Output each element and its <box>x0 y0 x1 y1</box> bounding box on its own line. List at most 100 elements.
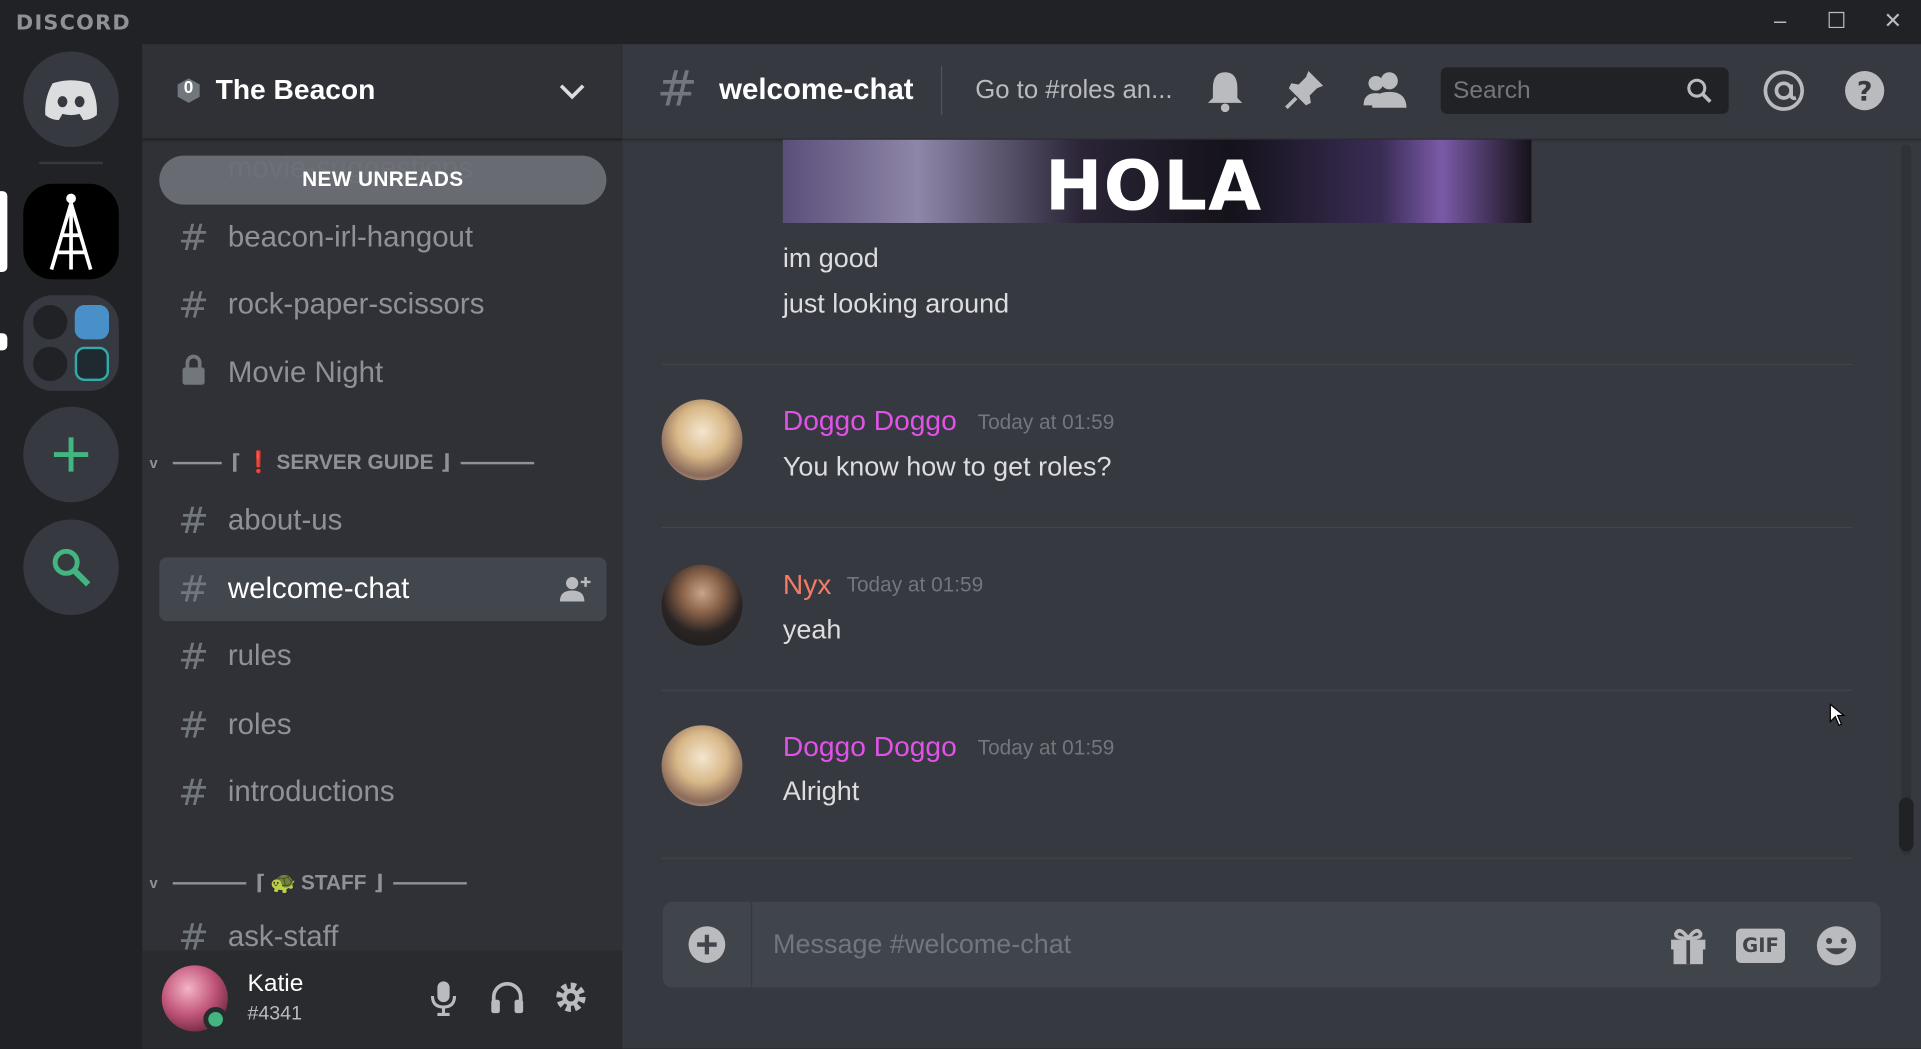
beacon-tower-icon <box>49 193 93 271</box>
channel-title: welcome-chat <box>719 73 914 107</box>
plus-icon <box>53 437 89 472</box>
bracket-close: ⌋ <box>440 450 451 475</box>
folder-server-icon <box>74 305 110 340</box>
close-button[interactable]: ✕ <box>1865 0 1921 44</box>
server-rail <box>0 44 143 1049</box>
online-status-icon <box>203 1007 228 1032</box>
members-icon[interactable] <box>1362 69 1409 113</box>
microphone-icon[interactable] <box>429 980 458 1017</box>
add-server-button[interactable] <box>23 406 119 503</box>
maximize-button[interactable]: ☐ <box>1808 0 1864 44</box>
gif-text: HOLA <box>1045 147 1263 223</box>
category-line <box>172 461 222 465</box>
channel-name: about-us <box>227 503 343 537</box>
channel-name: rules <box>227 639 292 673</box>
explore-servers-button[interactable] <box>23 519 119 616</box>
bell-icon[interactable] <box>1206 69 1245 113</box>
server-name: The Beacon <box>215 73 376 106</box>
user-panel: Katie #4341 <box>142 950 623 1049</box>
channel-welcome-chat[interactable]: # welcome-chat <box>159 557 607 622</box>
hash-icon: # <box>178 567 209 611</box>
message-divider <box>661 857 1853 859</box>
message-text: yeah <box>782 613 842 645</box>
pin-icon[interactable] <box>1284 69 1326 113</box>
channel-topic[interactable]: Go to #roles an... <box>975 76 1172 105</box>
gif-button[interactable]: GIF <box>1736 928 1786 963</box>
discord-wordmark: DISCORD <box>15 11 131 36</box>
channel-name: rock-paper-scissors <box>227 287 485 321</box>
svg-text:?: ? <box>1857 76 1873 107</box>
hash-icon: # <box>178 703 209 747</box>
username: Katie <box>247 970 304 998</box>
gift-icon[interactable] <box>1667 924 1709 966</box>
exclamation-emoji-icon: ❗ <box>245 450 272 475</box>
bracket-open: ⌈ <box>231 450 241 475</box>
search-icon <box>52 548 91 587</box>
emoji-icon[interactable] <box>1814 924 1858 968</box>
headphones-icon[interactable] <box>490 980 524 1014</box>
avatar[interactable] <box>661 399 743 481</box>
minimize-button[interactable]: – <box>1752 0 1808 44</box>
scrollbar-thumb[interactable] <box>1898 797 1914 852</box>
message-divider <box>661 363 1853 366</box>
discord-app: DISCORD – ☐ ✕ 0 The Beacon NEW UNREADS #… <box>0 0 1921 1049</box>
message-timestamp: Today at 01:59 <box>977 410 1115 434</box>
hash-icon: # <box>178 771 209 815</box>
avatar[interactable] <box>661 725 743 807</box>
search-placeholder: Search <box>1453 77 1531 105</box>
channel-roles[interactable]: # roles <box>159 693 606 757</box>
category-server-guide[interactable]: v ⌈ ❗ SERVER GUIDE ⌋ <box>149 448 543 477</box>
channel-about-us[interactable]: # about-us <box>159 489 606 553</box>
message-text: You know how to get roles? <box>782 450 1112 482</box>
message-text: just looking around <box>782 287 1010 319</box>
channel-name: roles <box>227 708 292 742</box>
user-tag: #4341 <box>247 1003 302 1025</box>
chat-area: # welcome-chat Go to #roles an... Search <box>622 44 1921 1049</box>
channel-rock-paper-scissors[interactable]: # rock-paper-scissors <box>159 273 606 337</box>
boost-count: 0 <box>183 77 194 97</box>
message-input[interactable]: Message #welcome-chat <box>773 929 1071 961</box>
upload-plus-icon[interactable] <box>687 925 726 964</box>
new-unreads-bar[interactable]: NEW UNREADS <box>159 155 607 205</box>
hash-icon: # <box>178 635 209 679</box>
category-label: SERVER GUIDE <box>276 450 434 475</box>
gif-attachment[interactable]: HOLA <box>782 139 1532 223</box>
channel-name: Movie Night <box>227 356 384 390</box>
avatar[interactable] <box>661 564 743 646</box>
message-author[interactable]: Doggo Doggo <box>783 404 957 437</box>
server-header[interactable]: 0 The Beacon <box>142 44 623 140</box>
discord-logo-icon <box>45 80 97 121</box>
channel-name: ask-staff <box>227 920 339 954</box>
active-server-pill <box>0 191 8 272</box>
bracket-open: ⌈ <box>255 871 266 895</box>
server-folder[interactable] <box>23 295 119 391</box>
channel-movie-night[interactable]: Movie Night <box>159 342 606 406</box>
hash-icon: # <box>178 216 209 260</box>
category-line <box>172 882 246 885</box>
scrollbar-track[interactable] <box>1901 144 1912 856</box>
message-divider <box>661 526 1853 529</box>
help-icon[interactable]: ? <box>1843 69 1887 113</box>
channel-name: welcome-chat <box>227 572 410 606</box>
unread-server-pill <box>0 333 8 351</box>
channel-name: introductions <box>227 775 395 809</box>
home-button[interactable] <box>23 51 119 148</box>
message-text: im good <box>782 242 879 274</box>
message-divider <box>661 689 1853 691</box>
channel-rules[interactable]: # rules <box>159 625 606 689</box>
hash-icon: # <box>178 283 209 327</box>
channel-beacon-irl-hangout[interactable]: # beacon-irl-hangout <box>159 206 606 270</box>
search-input[interactable]: Search <box>1440 67 1729 114</box>
server-the-beacon[interactable] <box>23 183 119 280</box>
category-staff[interactable]: v ⌈ 🐢 STAFF ⌋ <box>149 869 476 898</box>
create-invite-icon[interactable] <box>559 575 592 604</box>
gear-icon[interactable] <box>554 980 588 1014</box>
channel-name: beacon-irl-hangout <box>227 220 474 254</box>
mentions-icon[interactable] <box>1762 69 1806 113</box>
message-author[interactable]: Nyx <box>783 568 832 601</box>
folder-app-icon <box>74 346 110 382</box>
channel-introductions[interactable]: # introductions <box>159 761 606 825</box>
message-timestamp: Today at 01:59 <box>846 573 984 597</box>
message-author[interactable]: Doggo Doggo <box>783 730 957 763</box>
title-bar: DISCORD – ☐ ✕ <box>0 0 1921 45</box>
